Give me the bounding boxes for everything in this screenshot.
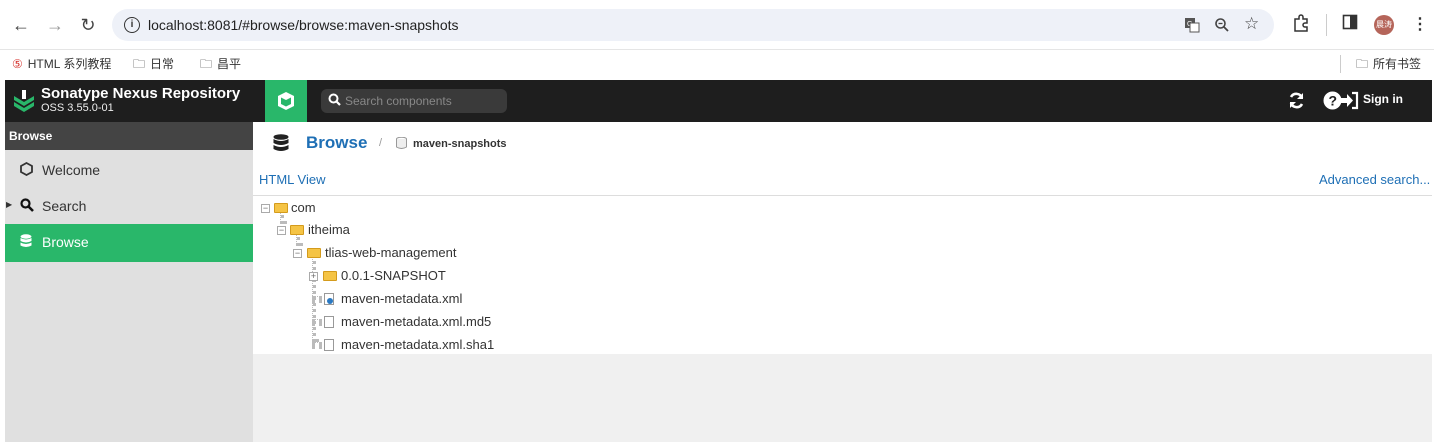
folder-icon: 🗀	[1356, 57, 1369, 71]
breadcrumb-browse-link[interactable]: Browse	[306, 133, 367, 153]
folder-open-icon	[274, 203, 288, 213]
refresh-icon[interactable]	[1287, 91, 1306, 115]
sidebar-item-welcome[interactable]: Welcome	[5, 152, 253, 188]
folder-open-icon	[307, 248, 321, 258]
database-icon	[273, 134, 289, 151]
xml-file-icon	[324, 293, 334, 305]
tree-node[interactable]: − com	[253, 198, 553, 218]
collapse-toggle-icon[interactable]: −	[261, 204, 270, 213]
svg-text:?: ?	[1329, 93, 1338, 109]
toolbar-divider	[1326, 14, 1327, 36]
bookmark-star-icon[interactable]: ☆	[1244, 14, 1259, 34]
sidebar-heading: Browse	[5, 122, 253, 150]
tree-node[interactable]: maven-metadata.xml	[253, 289, 573, 309]
tree-node-label: 0.0.1-SNAPSHOT	[341, 268, 446, 283]
sidebar-item-label: Welcome	[42, 162, 101, 178]
reload-icon[interactable]: ↻	[76, 13, 100, 37]
side-panel-icon[interactable]	[1342, 14, 1358, 35]
bookmark-site-icon: ⑤	[12, 57, 23, 71]
expand-toggle-icon[interactable]: +	[309, 272, 318, 281]
collapse-toggle-icon[interactable]: −	[277, 226, 286, 235]
nexus-header: Sonatype Nexus Repository OSS 3.55.0-01 …	[5, 80, 1432, 122]
repository-tree: − com − itheima − tlias-web-management +…	[253, 196, 1432, 354]
browser-toolbar: ← → ↻ i localhost:8081/#browse/browse:ma…	[0, 0, 1434, 50]
tree-node[interactable]: + 0.0.1-SNAPSHOT	[253, 266, 573, 286]
url-text[interactable]: localhost:8081/#browse/browse:maven-snap…	[148, 17, 459, 33]
collapse-toggle-icon[interactable]: −	[293, 249, 302, 258]
sidebar: Browse Welcome ▶ Search Browse	[5, 122, 253, 442]
hexagon-icon	[20, 161, 33, 179]
signin-icon[interactable]	[1340, 91, 1360, 115]
app-version: OSS 3.55.0-01	[41, 102, 114, 114]
translate-icon[interactable]: G	[1184, 17, 1200, 37]
tree-node-label: maven-metadata.xml.md5	[341, 314, 492, 329]
tree-node-label: maven-metadata.xml.sha1	[341, 337, 495, 352]
advanced-search-link[interactable]: Advanced search...	[1319, 172, 1430, 187]
site-info-icon[interactable]: i	[124, 17, 140, 33]
browse-mode-button[interactable]	[265, 80, 307, 122]
folder-icon: 🗀	[133, 57, 146, 71]
tree-node[interactable]: maven-metadata.xml.md5	[253, 312, 573, 332]
xml-badge-icon	[327, 298, 333, 304]
address-bar[interactable]: i localhost:8081/#browse/browse:maven-sn…	[112, 9, 1274, 41]
tree-node-label: tlias-web-management	[325, 245, 457, 260]
tree-node[interactable]: − tlias-web-management	[253, 243, 573, 263]
bookmark-changping[interactable]: 🗀 昌平	[200, 55, 241, 76]
sidebar-item-label: Search	[42, 198, 87, 214]
tree-node[interactable]: − itheima	[253, 220, 553, 240]
profile-avatar[interactable]: 晨涛	[1374, 15, 1394, 35]
bookmarks-bar: ⑤ HTML 系列教程 🗀 日常 🗀 昌平 🗀 所有书签	[0, 50, 1434, 78]
database-icon	[20, 234, 32, 251]
sidebar-item-label: Browse	[42, 234, 89, 250]
search-icon	[20, 198, 34, 215]
view-links: HTML View Advanced search...	[253, 164, 1432, 196]
breadcrumb: Browse / maven-snapshots	[253, 122, 1432, 164]
tree-node[interactable]: maven-metadata.xml.sha1	[253, 335, 573, 355]
tree-node-label: itheima	[308, 222, 350, 237]
back-icon[interactable]: ←	[9, 13, 33, 37]
html-view-link[interactable]: HTML View	[259, 172, 325, 187]
folder-open-icon	[290, 225, 304, 235]
extensions-icon[interactable]	[1292, 14, 1310, 37]
folder-icon	[323, 271, 337, 281]
signin-button[interactable]: Sign in	[1363, 92, 1403, 106]
search-icon	[328, 93, 341, 109]
tree-node-label: maven-metadata.xml	[341, 291, 463, 306]
tree-node-label: com	[291, 200, 316, 215]
main-content: Browse / maven-snapshots HTML View Advan…	[253, 122, 1432, 442]
folder-icon: 🗀	[200, 57, 213, 71]
browser-menu-icon[interactable]: ⋮	[1412, 14, 1428, 34]
component-search[interactable]	[321, 89, 507, 113]
sidebar-item-browse[interactable]: Browse	[5, 224, 253, 262]
zoom-icon[interactable]	[1214, 17, 1230, 37]
sonatype-logo-icon	[14, 90, 34, 112]
repository-icon	[396, 137, 407, 149]
search-input[interactable]	[345, 92, 501, 110]
breadcrumb-separator: /	[379, 137, 383, 149]
bookmark-html-tutorial[interactable]: ⑤ HTML 系列教程	[12, 55, 111, 72]
all-bookmarks-button[interactable]: 🗀 所有书签	[1356, 55, 1421, 76]
breadcrumb-repo: maven-snapshots	[413, 138, 507, 150]
file-icon	[324, 316, 334, 328]
forward-icon[interactable]: →	[43, 13, 67, 37]
expand-caret-icon[interactable]: ▶	[6, 200, 12, 209]
sidebar-item-search[interactable]: ▶ Search	[5, 188, 253, 224]
cube-icon	[278, 92, 294, 110]
bookmark-daily[interactable]: 🗀 日常	[133, 55, 174, 76]
file-icon	[324, 339, 334, 351]
bookmarks-divider	[1340, 55, 1341, 73]
app-title: Sonatype Nexus Repository	[41, 85, 241, 102]
